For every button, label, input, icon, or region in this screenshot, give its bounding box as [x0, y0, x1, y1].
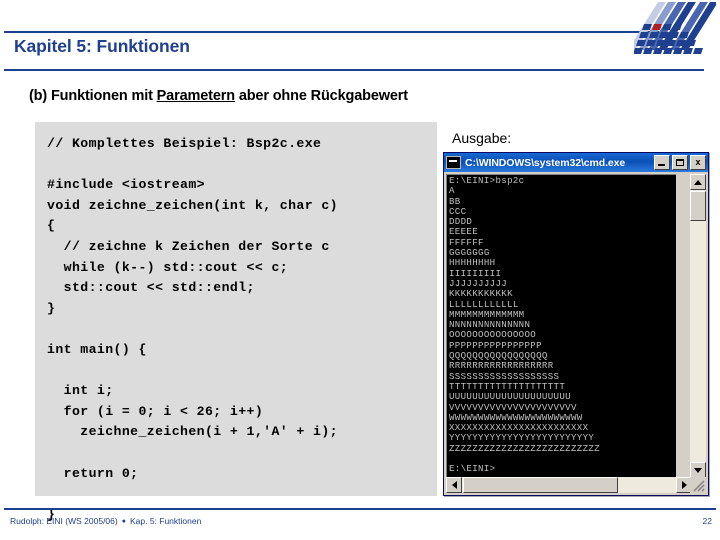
code-listing: // Komplettes Beispiel: Bsp2c.exe #inclu…	[47, 136, 338, 522]
console-window: C:\WINDOWS\system32\cmd.exe x E:\EINI>bs…	[443, 152, 709, 496]
vscroll-track[interactable]	[690, 190, 706, 462]
console-title: C:\WINDOWS\system32\cmd.exe	[465, 156, 626, 169]
subtitle-pre: (b) Funktionen mit	[29, 88, 157, 104]
page-number: 22	[702, 516, 712, 526]
resize-grip-icon	[693, 480, 705, 492]
maximize-button[interactable]	[672, 155, 688, 170]
subtitle-emphasis: Parametern	[156, 88, 235, 104]
titlebar-buttons: x	[654, 155, 706, 170]
console-vertical-scrollbar[interactable]	[690, 174, 706, 478]
triangle-right-icon	[681, 481, 687, 489]
triangle-down-icon	[694, 467, 702, 473]
footer-chapter: Kap. 5: Funktionen	[129, 516, 202, 526]
hscroll-left-arrow-icon[interactable]	[446, 477, 462, 493]
console-output-text: E:\EINI>bsp2c A BB CCC DDDD EEEEE FFFFFF…	[449, 175, 600, 475]
slide-subtitle: (b) Funktionen mit Parametern aber ohne …	[29, 88, 408, 104]
slide-header: Kapitel 5: Funktionen	[0, 0, 720, 78]
vscroll-down-arrow-icon[interactable]	[690, 462, 706, 478]
console-titlebar[interactable]: C:\WINDOWS\system32\cmd.exe x	[444, 153, 708, 172]
header-rule-top	[4, 31, 659, 33]
header-rule-bottom	[4, 69, 704, 71]
vscroll-thumb[interactable]	[690, 191, 706, 221]
console-icon	[446, 156, 461, 169]
hscroll-thumb[interactable]	[463, 477, 618, 493]
console-horizontal-scrollbar[interactable]	[446, 477, 692, 493]
footer-author-course: Rudolph: EINI (WS 2005/06)	[10, 516, 118, 526]
footer-left: Rudolph: EINI (WS 2005/06) ● Kap. 5: Funkt…	[10, 516, 201, 526]
triangle-up-icon	[694, 179, 702, 185]
code-block: // Komplettes Beispiel: Bsp2c.exe #inclu…	[35, 122, 437, 522]
vscroll-up-arrow-icon[interactable]	[690, 174, 706, 190]
subtitle-post: aber ohne Rückgabewert	[234, 88, 408, 104]
footer-rule	[4, 508, 716, 510]
output-label: Ausgabe:	[452, 130, 512, 146]
console-screen: E:\EINI>bsp2c A BB CCC DDDD EEEEE FFFFFF…	[446, 174, 676, 478]
resize-grip[interactable]	[690, 477, 706, 493]
console-body: E:\EINI>bsp2c A BB CCC DDDD EEEEE FFFFFF…	[445, 173, 707, 494]
page-title: Kapitel 5: Funktionen	[14, 36, 190, 56]
close-button[interactable]: x	[690, 155, 706, 170]
minimize-button[interactable]	[654, 155, 670, 170]
university-logo	[634, 2, 716, 54]
footer-bullet-icon: ●	[121, 517, 126, 525]
triangle-left-icon	[451, 481, 457, 489]
